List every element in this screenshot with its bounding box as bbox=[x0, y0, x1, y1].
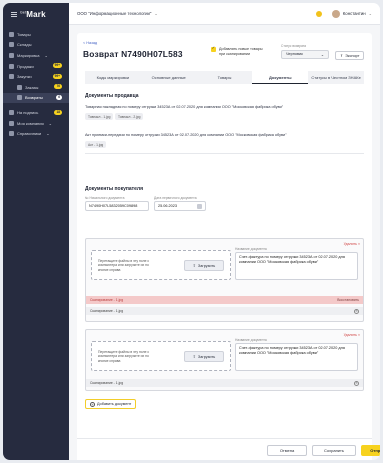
delete-link[interactable]: Удалить × bbox=[344, 333, 360, 337]
doc-name-label: Название документа bbox=[235, 247, 267, 251]
status-select[interactable]: Черновик ⌄ bbox=[281, 49, 329, 59]
calendar-icon[interactable] bbox=[197, 203, 202, 209]
sidebar-item-to-sign[interactable]: На подпись 18 bbox=[3, 107, 69, 118]
doc-date-label: Дата первичного документа bbox=[154, 196, 197, 200]
main-area: ООО "Информационные технологии" ⌄ Конста… bbox=[69, 3, 380, 460]
buyer-docs-title: Документы покупателя bbox=[85, 186, 143, 192]
status-label: Статус возврата bbox=[281, 44, 307, 48]
tab-main-data[interactable]: Основные данные bbox=[141, 71, 197, 84]
chevron-down-icon: ⌄ bbox=[46, 131, 50, 137]
file-drop-zone[interactable]: Перетащите файлы в эту поле с компьютера… bbox=[91, 341, 231, 371]
close-icon[interactable]: ✕ bbox=[354, 308, 359, 314]
add-on-scan-checkbox[interactable]: Добавлять новые товарыпри сканировании bbox=[211, 46, 262, 56]
file-chip[interactable]: Товнакл - 1.jpg bbox=[85, 113, 114, 120]
count-badge: 99+ bbox=[52, 63, 62, 69]
footer: Отмена Сохранить Отправить в Честный ЗНА… bbox=[77, 438, 380, 460]
sidebar-item-references[interactable]: Справочники ⌄ bbox=[3, 128, 69, 139]
count-badge: 99+ bbox=[52, 73, 62, 79]
menu-icon[interactable] bbox=[11, 11, 17, 17]
doc-name-textarea[interactable]: Счет-фактура по номеру отгрузки 34523А о… bbox=[235, 343, 358, 371]
count-badge: 6 bbox=[56, 95, 62, 101]
close-icon[interactable]: ✕ bbox=[354, 380, 359, 386]
return-icon bbox=[17, 95, 22, 101]
chevron-down-icon: ⌄ bbox=[48, 120, 53, 126]
bag-icon bbox=[9, 74, 14, 80]
upload-button[interactable]: ⇧ Загрузить bbox=[184, 260, 224, 271]
warehouse-icon bbox=[9, 42, 14, 48]
sidebar-item-orders[interactable]: Заказы 76 bbox=[3, 82, 69, 93]
building-icon bbox=[9, 120, 14, 126]
restore-link[interactable]: Восстановить bbox=[337, 298, 359, 302]
sidebar-item-returns[interactable]: Возвраты 6 bbox=[3, 92, 69, 104]
file-drop-zone[interactable]: Перетащите файлы в эту поле с компьютера… bbox=[91, 250, 231, 280]
file-chip[interactable]: Товнакл - 2.jpg bbox=[115, 113, 144, 120]
sidebar-item-goods[interactable]: Товары bbox=[3, 29, 69, 40]
file-chip[interactable]: Акт - 1.jpg bbox=[85, 141, 107, 148]
seller-doc-1: Товарная накладная по номеру отгрузки 34… bbox=[85, 105, 284, 109]
status-select-wrapper: Статус возврата Черновик ⌄ bbox=[281, 44, 329, 59]
drop-hint: Перетащите файлы в эту поле с компьютера… bbox=[98, 259, 150, 272]
doc-date-input[interactable]: 25.06.2023 bbox=[154, 201, 206, 211]
buyer-doc-block: Удалить × Перетащите файлы в эту поле с … bbox=[85, 238, 364, 322]
box-icon bbox=[9, 31, 14, 37]
buyer-doc-block: Удалить × Перетащите файлы в эту поле с … bbox=[85, 329, 364, 391]
user-name[interactable]: Константин bbox=[343, 11, 366, 16]
count-badge: 76 bbox=[54, 84, 62, 90]
drop-hint: Перетащите файлы в эту поле с компьютера… bbox=[98, 350, 150, 363]
sidebar-item-sales[interactable]: Продажи 99+ bbox=[3, 61, 69, 72]
deleted-file-row: Сканирование - 1.jpg Восстановить bbox=[86, 296, 363, 304]
cancel-button[interactable]: Отмена bbox=[267, 444, 307, 456]
file-row: Сканирование - 1.jpg ✕ bbox=[86, 307, 363, 315]
seller-docs-title: Документы продавца bbox=[85, 93, 139, 99]
back-link[interactable]: < Назад bbox=[83, 41, 97, 45]
seller-doc-2: Акт приемки-передачи по номеру отгрузки … bbox=[85, 133, 287, 137]
chevron-down-icon[interactable]: ⌄ bbox=[369, 11, 372, 16]
file-row: Сканирование - 1.jpg ✕ bbox=[86, 379, 363, 387]
tabs: Коды маркировки Основные данные Товары Д… bbox=[85, 71, 364, 84]
barcode-icon bbox=[9, 52, 14, 58]
chevron-down-icon[interactable]: ⌄ bbox=[154, 11, 157, 16]
sidebar-item-purchases[interactable]: Закупки 99+ bbox=[3, 71, 69, 82]
export-icon: ⇪ bbox=[340, 54, 344, 58]
count-badge: 18 bbox=[54, 109, 62, 115]
divider bbox=[85, 153, 364, 154]
book-icon bbox=[9, 131, 14, 137]
send-button[interactable]: Отправить в Честный ЗНАК bbox=[361, 444, 380, 456]
tab-goods[interactable]: Товары bbox=[197, 71, 253, 84]
page-title: Возврат N7490H07L583 bbox=[83, 49, 183, 59]
tab-marking-codes[interactable]: Коды маркировки bbox=[85, 71, 141, 84]
order-icon bbox=[17, 84, 22, 90]
pen-icon bbox=[9, 109, 14, 115]
doc-name-label: Название документа bbox=[235, 338, 267, 342]
topbar: ООО "Информационные технологии" ⌄ Конста… bbox=[69, 3, 380, 25]
cart-icon bbox=[9, 63, 14, 69]
upload-icon: ⇧ bbox=[192, 264, 196, 268]
org-selector[interactable]: ООО "Информационные технологии" bbox=[77, 11, 151, 16]
bell-icon[interactable] bbox=[315, 10, 322, 17]
plus-icon: + bbox=[90, 401, 95, 407]
app-window: GetMark Товары Склады Маркировка ⌄ Продаж… bbox=[3, 3, 380, 460]
doc-name-textarea[interactable]: Счет-фактура по номеру отгрузки 34523А о… bbox=[235, 252, 358, 280]
tab-statuses[interactable]: Статусы в Честном ЗНАКе bbox=[308, 71, 364, 84]
doc-number-label: № Начального документа bbox=[85, 196, 125, 200]
sidebar-item-my-company[interactable]: Моя компания ⌄ bbox=[3, 118, 69, 129]
logo-text: GetMark bbox=[20, 9, 46, 19]
sidebar-item-marking[interactable]: Маркировка ⌄ bbox=[3, 50, 69, 61]
avatar[interactable] bbox=[331, 9, 340, 18]
sidebar-item-warehouses[interactable]: Склады bbox=[3, 40, 69, 51]
upload-icon: ⇧ bbox=[192, 355, 196, 359]
save-button[interactable]: Сохранить bbox=[312, 444, 356, 456]
logo[interactable]: GetMark bbox=[3, 3, 69, 25]
sidebar: GetMark Товары Склады Маркировка ⌄ Продаж… bbox=[3, 3, 69, 460]
export-button[interactable]: ⇪ Экспорт bbox=[335, 51, 365, 60]
chevron-down-icon: ⌄ bbox=[320, 52, 324, 57]
checkbox-checked-icon[interactable] bbox=[211, 46, 216, 52]
return-card: < Назад Возврат N7490H07L583 Добавлять н… bbox=[77, 33, 380, 460]
tab-documents[interactable]: Документы bbox=[252, 71, 309, 84]
doc-number-input[interactable]: N7490H07L5832059C09898 bbox=[85, 201, 149, 211]
upload-button[interactable]: ⇧ Загрузить bbox=[184, 351, 224, 362]
delete-link[interactable]: Удалить × bbox=[344, 242, 360, 246]
add-document-button[interactable]: + Добавить документ bbox=[85, 399, 137, 409]
chevron-down-icon: ⌄ bbox=[44, 52, 48, 58]
